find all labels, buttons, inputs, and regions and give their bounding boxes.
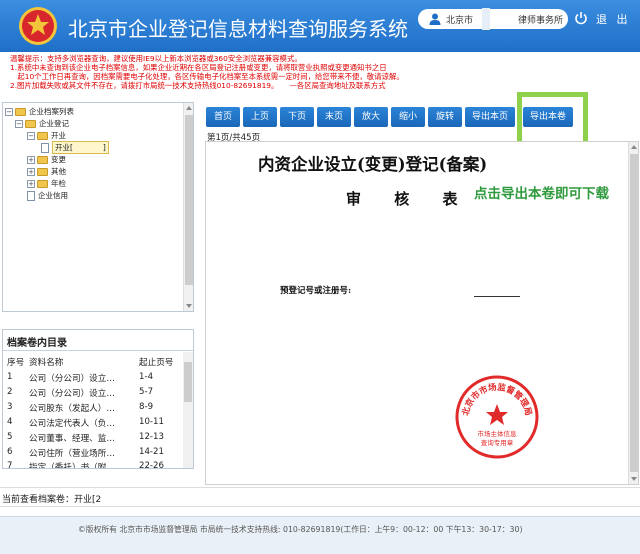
official-stamp: 北京市市场监督管理局 市场主体信息 查询专用章 <box>455 375 539 459</box>
tree-node-nianjian[interactable]: + 年检 <box>27 178 66 189</box>
notice-panel: 温馨提示：支持多浏览器查询，建议使用IE9以上新本浏览器或360安全浏览器兼容模… <box>10 54 630 90</box>
catalog-panel: 档案卷内目录 序号 资料名称 起止页号 1 公司（分公司）设立… 1-4 2 公… <box>2 329 194 469</box>
zoom-in-button[interactable]: 放大 <box>354 107 388 127</box>
rotate-button[interactable]: 旋转 <box>428 107 462 127</box>
catalog-row[interactable]: 5 公司董事、经理、监… 12-13 <box>7 432 183 444</box>
emblem-icon <box>19 7 57 45</box>
zoom-out-button[interactable]: 缩小 <box>391 107 425 127</box>
power-icon[interactable] <box>574 11 588 25</box>
user-icon <box>429 13 441 25</box>
folder-icon <box>37 131 48 140</box>
tree-scrollbar[interactable] <box>183 103 193 311</box>
catalog-row[interactable]: 6 公司住所（营业场所… 14-21 <box>7 447 183 459</box>
collapse-icon[interactable]: − <box>15 119 23 128</box>
catalog-title: 档案卷内目录 <box>7 338 67 349</box>
stamp-sub-text: 查询专用章 <box>481 438 514 447</box>
tree-node-kaiye[interactable]: − 开业 <box>27 130 66 141</box>
next-page-button[interactable]: 下页 <box>280 107 314 127</box>
catalog-row[interactable]: 3 公司股东（发起人）… 8-9 <box>7 402 183 414</box>
user-info: 北京市 律师事务所 <box>418 9 568 29</box>
scroll-up-icon[interactable] <box>631 145 637 149</box>
viewer-scrollbar[interactable] <box>628 142 638 484</box>
system-title: 北京市企业登记信息材料查询服务系统 <box>68 17 408 41</box>
export-page-button[interactable]: 导出本页 <box>465 107 515 127</box>
expand-icon[interactable]: + <box>27 155 35 164</box>
stamp-sub-text: 市场主体信息 <box>478 429 518 438</box>
registration-label: 预登记号或注册号: <box>280 286 352 296</box>
divider <box>3 350 193 351</box>
scroll-up-icon[interactable] <box>186 106 192 110</box>
notice-line: 温馨提示：支持多浏览器查询，建议使用IE9以上新本浏览器或360安全浏览器兼容模… <box>10 54 302 63</box>
notice-line: 1.系统中未查询到该企业电子档案信息，如果企业近期在各区局登记注册或变更，请将取… <box>10 63 387 72</box>
document-viewer[interactable]: 内资企业设立(变更)登记(备案) 审 核 表 点击导出本卷即可下载 预登记号或注… <box>205 141 639 485</box>
document-icon <box>41 142 49 153</box>
collapse-icon[interactable]: − <box>27 131 35 140</box>
folder-icon <box>37 155 48 164</box>
document-icon <box>27 190 35 201</box>
folder-icon <box>15 107 26 116</box>
user-name: 北京市 律师事务所 <box>446 16 564 26</box>
footer-text: ©版权所有 北京市市场监督管理局 市局统一技术支持热线: 010-8269181… <box>78 525 523 534</box>
app-header: 北京市企业登记信息材料查询服务系统 北京市 律师事务所 退 出 <box>0 0 640 52</box>
tree-leaf-selected[interactable]: 开业[ ] <box>41 141 109 154</box>
tree-node-qita[interactable]: + 其他 <box>27 166 66 177</box>
tree-root[interactable]: − 企业档案列表 <box>5 106 74 117</box>
highlight-box <box>517 92 588 146</box>
document-title: 内资企业设立(变更)登记(备案) <box>258 155 488 174</box>
tree-node-company[interactable]: − 企业登记 <box>15 118 69 129</box>
redaction-mask <box>482 8 490 30</box>
footer: ©版权所有 北京市市场监督管理局 市局统一技术支持热线: 010-8269181… <box>0 516 640 554</box>
current-archive-bar: 当前查看档案卷：开业[2 <box>0 487 640 507</box>
collapse-icon[interactable]: − <box>5 107 13 116</box>
registration-line <box>474 296 520 297</box>
scroll-down-icon[interactable] <box>186 304 192 308</box>
archive-tree: − 企业档案列表 − 企业登记 − 开业 开业[ ] + 变更 + 其他 + 年… <box>2 102 194 312</box>
scroll-thumb[interactable] <box>185 115 193 285</box>
scroll-down-icon[interactable] <box>631 477 637 481</box>
document-subtitle: 审 核 表 <box>346 190 472 208</box>
catalog-scrollbar[interactable] <box>183 352 193 468</box>
notice-line: 起10个工作日再查询，因档案需要电子化处理，各区传输电子化档案至本系统需一定时间… <box>10 72 404 81</box>
folder-icon <box>37 179 48 188</box>
catalog-row[interactable]: 2 公司（分公司）设立… 5-7 <box>7 387 183 399</box>
expand-icon[interactable]: + <box>27 167 35 176</box>
download-annotation: 点击导出本卷即可下载 <box>474 186 609 202</box>
logout-button[interactable]: 退 出 <box>596 11 631 27</box>
catalog-header: 序号 资料名称 起止页号 <box>7 358 174 368</box>
first-page-button[interactable]: 首页 <box>206 107 240 127</box>
scroll-thumb[interactable] <box>630 154 638 472</box>
folder-icon <box>25 119 36 128</box>
scroll-thumb[interactable] <box>184 362 192 402</box>
notice-line[interactable]: 2.图片加载失败或其文件不存在，请拨打市局统一技术支持热线010-8269181… <box>10 81 630 90</box>
expand-icon[interactable]: + <box>27 179 35 188</box>
tree-node-biangeng[interactable]: + 变更 <box>27 154 66 165</box>
catalog-row[interactable]: 7 指定（委托）书（附… 22-26 <box>7 461 183 468</box>
catalog-row[interactable]: 1 公司（分公司）设立… 1-4 <box>7 372 183 384</box>
current-archive-label: 当前查看档案卷：开业[2 <box>2 495 102 505</box>
last-page-button[interactable]: 末页 <box>317 107 351 127</box>
prev-page-button[interactable]: 上页 <box>243 107 277 127</box>
catalog-row[interactable]: 4 公司法定代表人（负… 10-11 <box>7 417 183 429</box>
folder-icon <box>37 167 48 176</box>
tree-node-credit[interactable]: 企业信用 <box>27 190 68 201</box>
